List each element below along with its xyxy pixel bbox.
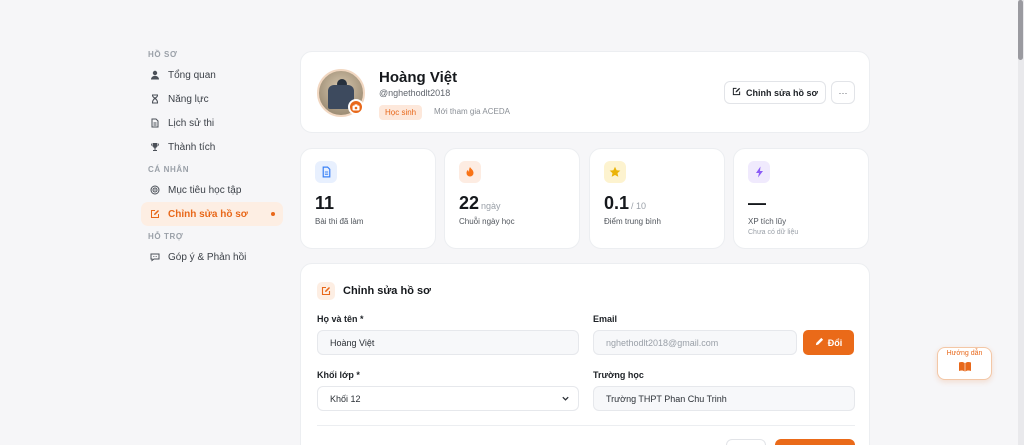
- edit-profile-form: Chỉnh sửa hồ sơ Họ và tên * Hoàng Việt E…: [300, 263, 870, 445]
- book-icon: [958, 359, 972, 377]
- stat-card-streak: 22 ngày Chuỗi ngày học: [444, 148, 580, 249]
- change-email-label: Đổi: [827, 337, 843, 348]
- guide-label: Hướng dẫn: [946, 350, 983, 357]
- user-icon: [149, 69, 161, 81]
- sidebar-item-achievements[interactable]: Thành tích: [141, 135, 283, 159]
- stat-label: Điểm trung bình: [604, 217, 661, 226]
- form-header: Chỉnh sửa hồ sơ: [317, 282, 431, 300]
- form-title: Chỉnh sửa hồ sơ: [343, 285, 431, 297]
- guide-button[interactable]: Hướng dẫn: [937, 347, 992, 380]
- stat-label: XP tích lũy: [748, 217, 787, 226]
- divider: [317, 425, 855, 426]
- school-input[interactable]: Trường THPT Phan Chu Trinh: [593, 386, 855, 411]
- fullname-label: Họ và tên *: [317, 314, 364, 324]
- stat-card-xp: — XP tích lũy Chưa có dữ liệu: [733, 148, 869, 249]
- sidebar-item-goals[interactable]: Mục tiêu học tập: [141, 178, 283, 202]
- grade-select-value: Khối 12: [330, 393, 361, 404]
- edit-icon: [317, 282, 335, 300]
- sidebar-item-label: Thành tích: [168, 141, 216, 153]
- star-icon: [604, 161, 626, 183]
- sidebar-item-label: Lịch sử thi: [168, 117, 215, 129]
- sidebar-item-label: Chỉnh sửa hồ sơ: [168, 208, 248, 220]
- edit-profile-label: Chỉnh sửa hồ sơ: [746, 87, 818, 98]
- sidebar-item-overview[interactable]: Tổng quan: [141, 63, 283, 87]
- sidebar-item-label: Góp ý & Phản hồi: [168, 251, 247, 263]
- sidebar-section-title: HỖ TRỢ: [148, 232, 184, 241]
- sidebar-section-title: CÁ NHÂN: [148, 165, 190, 174]
- sidebar-item-label: Mục tiêu học tập: [168, 184, 242, 196]
- trophy-icon: [149, 141, 161, 153]
- page-scrollbar[interactable]: [1018, 0, 1024, 445]
- email-input: nghethodlt2018@gmail.com: [593, 330, 797, 355]
- sidebar-item-label: Tổng quan: [168, 69, 216, 81]
- fullname-input[interactable]: Hoàng Việt: [317, 330, 579, 355]
- more-options-button[interactable]: ···: [831, 81, 855, 104]
- stat-label: Chuỗi ngày học: [459, 217, 515, 226]
- email-label: Email: [593, 314, 618, 324]
- stat-value: 22 ngày: [459, 193, 501, 213]
- role-badge: Học sinh: [379, 105, 423, 120]
- chat-icon: [149, 251, 161, 263]
- cancel-button[interactable]: [726, 439, 766, 445]
- document-icon: [149, 117, 161, 129]
- profile-handle: @nghethodlt2018: [379, 88, 451, 98]
- sidebar-item-exam-history[interactable]: Lịch sử thi: [141, 111, 283, 135]
- stat-value: 0.1/ 10: [604, 193, 647, 213]
- stat-sublabel: Chưa có dữ liệu: [748, 229, 799, 236]
- joined-text: Mới tham gia ACEDA: [434, 107, 510, 116]
- sidebar: HỒ SƠ Tổng quan Năng lực Lịch sử thi Thà…: [141, 46, 283, 269]
- fire-icon: [459, 161, 481, 183]
- sidebar-item-feedback[interactable]: Góp ý & Phản hồi: [141, 245, 283, 269]
- sidebar-item-skills[interactable]: Năng lực: [141, 87, 283, 111]
- profile-name: Hoàng Việt: [379, 69, 458, 86]
- profile-card: Hoàng Việt @nghethodlt2018 Học sinh Mới …: [300, 51, 870, 133]
- pencil-icon: [815, 337, 824, 348]
- sidebar-section-title: HỒ SƠ: [148, 50, 178, 59]
- edit-icon: [149, 208, 161, 220]
- active-indicator-dot: [271, 212, 275, 216]
- stat-value: —: [748, 193, 766, 213]
- stat-value: 11: [315, 193, 335, 213]
- change-email-button[interactable]: Đổi: [803, 330, 854, 355]
- stat-label: Bài thi đã làm: [315, 217, 364, 226]
- stat-card-average: 0.1/ 10 Điểm trung bình: [589, 148, 725, 249]
- document-icon: [315, 161, 337, 183]
- camera-icon[interactable]: [348, 99, 364, 115]
- hourglass-icon: [149, 93, 161, 105]
- grade-label: Khối lớp *: [317, 370, 360, 380]
- chevron-down-icon: [561, 394, 570, 405]
- sidebar-item-label: Năng lực: [168, 93, 209, 105]
- target-icon: [149, 184, 161, 196]
- edit-profile-button[interactable]: Chỉnh sửa hồ sơ: [724, 81, 826, 104]
- edit-icon: [732, 87, 741, 98]
- sidebar-item-edit-profile[interactable]: Chỉnh sửa hồ sơ: [141, 202, 283, 226]
- stat-card-exams: 11 Bài thi đã làm: [300, 148, 436, 249]
- save-button[interactable]: [775, 439, 855, 445]
- school-label: Trường học: [593, 370, 644, 380]
- grade-select[interactable]: Khối 12: [317, 386, 579, 411]
- bolt-icon: [748, 161, 770, 183]
